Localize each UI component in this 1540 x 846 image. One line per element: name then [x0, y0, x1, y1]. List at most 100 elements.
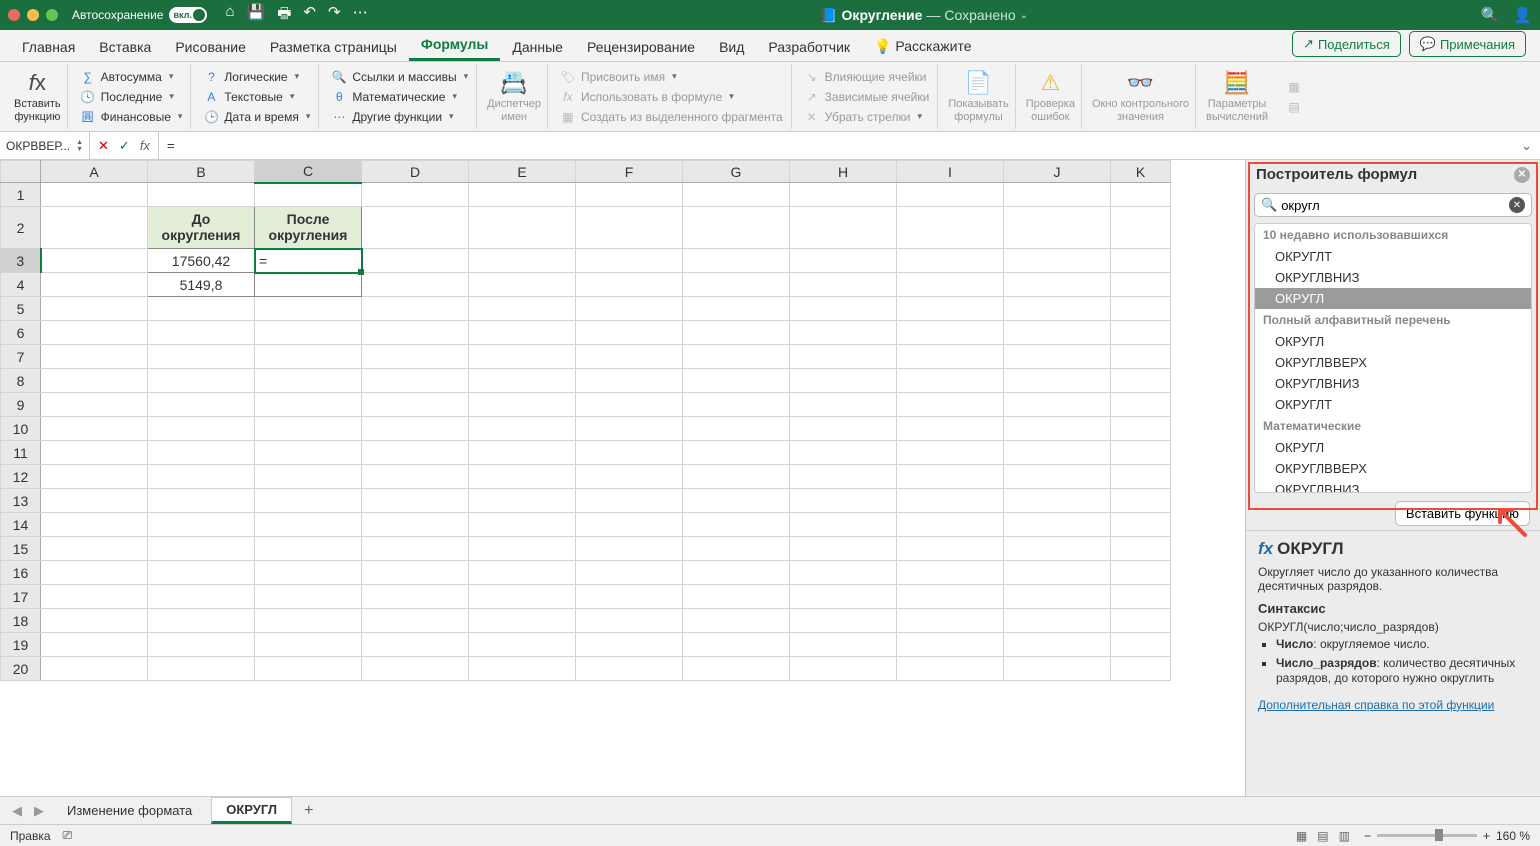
tab-home[interactable]: Главная [10, 33, 87, 61]
func-item[interactable]: ОКРУГЛВНИЗ [1255, 479, 1531, 493]
add-sheet-icon[interactable]: + [296, 802, 321, 820]
page-layout-view-icon[interactable]: ▤ [1313, 827, 1332, 845]
spreadsheet-grid[interactable]: A B C D E F G H I J K 1 2До округленияПо… [0, 160, 1245, 796]
autosum-button[interactable]: ∑Автосумма▾ [78, 68, 185, 86]
calc-options-button[interactable]: 🧮 Параметры вычислений [1200, 64, 1274, 129]
func-item[interactable]: ОКРУГЛ [1255, 331, 1531, 352]
home-icon[interactable]: ⌂ [225, 3, 234, 28]
function-list[interactable]: 10 недавно использовавшихся ОКРУГЛТ ОКРУ… [1254, 223, 1532, 493]
name-manager-button[interactable]: 📇 Диспетчер имен [481, 64, 548, 129]
cell-B3[interactable]: 17560,42 [148, 249, 255, 273]
tab-formulas[interactable]: Формулы [409, 30, 501, 61]
row-header-18[interactable]: 18 [1, 609, 41, 633]
row-header-5[interactable]: 5 [1, 297, 41, 321]
page-break-view-icon[interactable]: ▥ [1335, 827, 1354, 845]
fx-icon[interactable]: fx [140, 138, 150, 153]
row-header-20[interactable]: 20 [1, 657, 41, 681]
text-button[interactable]: AТекстовые▾ [201, 88, 312, 106]
autosave-control[interactable]: Автосохранение вкл. [72, 7, 207, 23]
row-header-15[interactable]: 15 [1, 537, 41, 561]
func-item[interactable]: ОКРУГЛВНИЗ [1255, 267, 1531, 288]
zoom-out-icon[interactable]: − [1364, 829, 1371, 843]
zoom-level[interactable]: 160 % [1496, 829, 1530, 843]
undo-icon[interactable]: ↶ [303, 3, 316, 28]
row-header-6[interactable]: 6 [1, 321, 41, 345]
share-button[interactable]: ↗Поделиться [1292, 31, 1401, 57]
lookup-button[interactable]: 🔍Ссылки и массивы▾ [329, 68, 470, 86]
row-header-7[interactable]: 7 [1, 345, 41, 369]
col-header-C[interactable]: C [255, 161, 362, 183]
panel-close-icon[interactable]: ✕ [1514, 167, 1530, 183]
tab-data[interactable]: Данные [500, 33, 575, 61]
insert-function-button[interactable]: fx Вставить функцию [8, 64, 68, 129]
math-button[interactable]: θМатематические▾ [329, 88, 470, 106]
row-header-17[interactable]: 17 [1, 585, 41, 609]
row-header-11[interactable]: 11 [1, 441, 41, 465]
save-icon[interactable]: 💾 [247, 3, 266, 28]
col-header-E[interactable]: E [469, 161, 576, 183]
row-header-9[interactable]: 9 [1, 393, 41, 417]
zoom-in-icon[interactable]: + [1483, 829, 1490, 843]
sheet-tab-2[interactable]: ОКРУГЛ [211, 797, 292, 824]
minimize-window-icon[interactable] [27, 9, 39, 21]
tab-layout[interactable]: Разметка страницы [258, 33, 409, 61]
col-header-K[interactable]: K [1111, 161, 1171, 183]
share-icon[interactable]: 👤 [1513, 6, 1532, 24]
row-header-12[interactable]: 12 [1, 465, 41, 489]
zoom-control[interactable]: − + 160 % [1364, 829, 1530, 843]
autosave-toggle[interactable]: вкл. [169, 7, 207, 23]
cancel-icon[interactable]: ✕ [98, 138, 109, 154]
sheet-tab-1[interactable]: Изменение формата [52, 798, 207, 823]
row-header-10[interactable]: 10 [1, 417, 41, 441]
tab-insert[interactable]: Вставка [87, 33, 163, 61]
recent-button[interactable]: 🕓Последние▾ [78, 88, 185, 106]
func-item[interactable]: ОКРУГЛВВЕРХ [1255, 352, 1531, 373]
financial-button[interactable]: 圓Финансовые▾ [78, 108, 185, 126]
col-header-D[interactable]: D [362, 161, 469, 183]
confirm-icon[interactable]: ✓ [119, 138, 130, 154]
redo-icon[interactable]: ↷ [328, 3, 341, 28]
datetime-button[interactable]: 🕒Дата и время▾ [201, 108, 312, 126]
logical-button[interactable]: ?Логические▾ [201, 68, 312, 86]
accessibility-icon[interactable]: ⎚ [63, 828, 73, 843]
col-header-F[interactable]: F [576, 161, 683, 183]
name-box-spinner[interactable]: ▲▼ [76, 139, 83, 153]
row-header-2[interactable]: 2 [1, 207, 41, 249]
function-help-link[interactable]: Дополнительная справка по этой функции [1258, 698, 1494, 712]
close-window-icon[interactable] [8, 9, 20, 21]
more-icon[interactable]: ⋯ [353, 3, 368, 28]
zoom-slider-thumb[interactable] [1435, 829, 1443, 841]
col-header-G[interactable]: G [683, 161, 790, 183]
search-icon[interactable]: 🔍 [1481, 6, 1500, 24]
comments-button[interactable]: 💬Примечания [1409, 31, 1526, 57]
func-item[interactable]: ОКРУГЛВВЕРХ [1255, 458, 1531, 479]
col-header-A[interactable]: A [41, 161, 148, 183]
cell-C3[interactable]: = [255, 249, 362, 273]
normal-view-icon[interactable]: ▦ [1292, 827, 1311, 845]
name-box[interactable]: ОКРВВЕР... ▲▼ [0, 132, 90, 159]
func-item[interactable]: ОКРУГЛ [1255, 437, 1531, 458]
func-item[interactable]: ОКРУГЛТ [1255, 394, 1531, 415]
row-header-3[interactable]: 3 [1, 249, 41, 273]
more-funcs-button[interactable]: ⋯Другие функции▾ [329, 108, 470, 126]
function-search-input[interactable]: 🔍 ✕ [1254, 193, 1532, 217]
expand-formula-bar-icon[interactable]: ⌄ [1513, 138, 1540, 154]
col-header-J[interactable]: J [1004, 161, 1111, 183]
func-item[interactable]: ОКРУГЛТ [1255, 246, 1531, 267]
row-header-4[interactable]: 4 [1, 273, 41, 297]
cell-C2[interactable]: После округления [255, 207, 362, 249]
tab-review[interactable]: Рецензирование [575, 33, 707, 61]
cell-B2[interactable]: До округления [148, 207, 255, 249]
col-header-H[interactable]: H [790, 161, 897, 183]
insert-function-button[interactable]: Вставить функцию [1395, 501, 1530, 526]
func-item[interactable]: ОКРУГЛВНИЗ [1255, 373, 1531, 394]
row-header-19[interactable]: 19 [1, 633, 41, 657]
select-all-corner[interactable] [1, 161, 41, 183]
tab-developer[interactable]: Разработчик [756, 33, 862, 61]
chevron-down-icon[interactable]: ⌄ [1020, 10, 1028, 21]
cell-C4[interactable] [255, 273, 362, 297]
row-header-13[interactable]: 13 [1, 489, 41, 513]
tab-view[interactable]: Вид [707, 33, 756, 61]
col-header-I[interactable]: I [897, 161, 1004, 183]
col-header-B[interactable]: B [148, 161, 255, 183]
